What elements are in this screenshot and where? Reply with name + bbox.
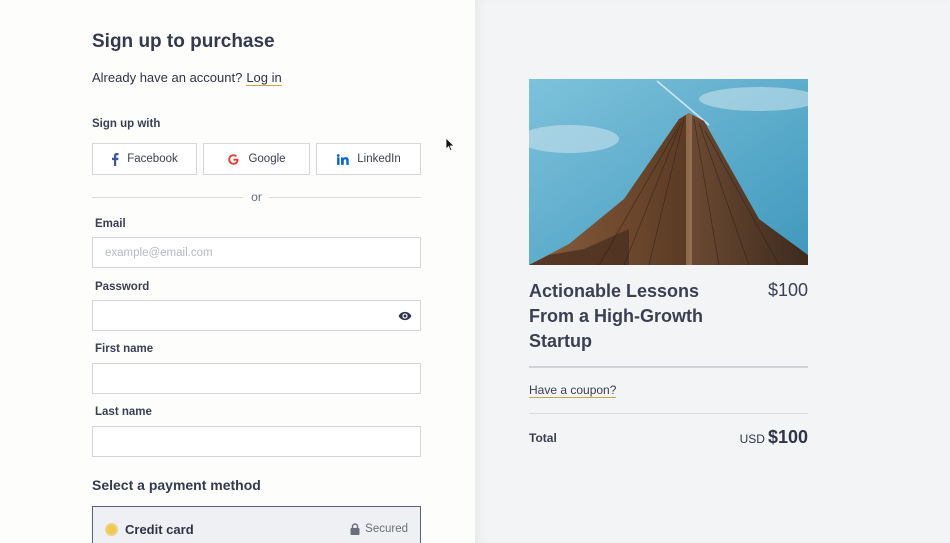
total-amount: $100 — [767, 427, 808, 447]
radio-selected-icon[interactable] — [105, 523, 118, 536]
last-name-label: Last name — [95, 406, 152, 418]
first-name-label: First name — [95, 343, 154, 355]
payment-heading: Select a payment method — [92, 477, 261, 493]
total-label: Total — [529, 431, 557, 445]
credit-card-label: Credit card — [125, 522, 194, 537]
divider-line — [269, 197, 421, 198]
signup-panel: Sign up to purchase Already have an acco… — [0, 0, 475, 543]
email-placeholder: example@email.com — [105, 246, 213, 259]
login-prompt: Already have an account? Log in — [92, 70, 282, 86]
lock-icon — [350, 523, 360, 535]
credit-card-option[interactable]: Credit card Secured — [92, 506, 421, 543]
divider — [529, 413, 808, 414]
facebook-button[interactable]: Facebook — [92, 143, 197, 175]
email-label: Email — [95, 218, 126, 230]
page-title: Sign up to purchase — [92, 31, 275, 52]
product-title: Actionable Lessons From a High-Growth St… — [529, 281, 703, 351]
total-value: USD $100 — [660, 427, 808, 448]
signup-with-label: Sign up with — [92, 118, 161, 130]
divider-line — [92, 197, 243, 198]
product-image — [529, 79, 808, 265]
password-field[interactable] — [92, 300, 421, 331]
password-label: Password — [95, 281, 150, 293]
secured-text: Secured — [365, 523, 408, 535]
google-label: Google — [248, 153, 286, 165]
mouse-pointer-icon — [445, 137, 455, 157]
coupon-link[interactable]: Have a coupon? — [529, 383, 617, 398]
login-prompt-text: Already have an account? — [92, 70, 243, 85]
eye-icon[interactable] — [398, 309, 412, 323]
email-field[interactable]: example@email.com — [92, 237, 421, 268]
product-price: $100 — [767, 280, 808, 300]
last-name-field[interactable] — [92, 426, 421, 457]
facebook-icon — [111, 152, 119, 166]
divider-text: or — [251, 190, 262, 204]
google-button[interactable]: Google — [203, 143, 310, 175]
google-icon — [227, 153, 240, 166]
divider — [529, 366, 808, 368]
or-divider: or — [92, 190, 421, 206]
secured-badge: Secured — [350, 523, 408, 535]
total-currency: USD — [739, 432, 765, 446]
linkedin-button[interactable]: LinkedIn — [316, 143, 421, 175]
facebook-label: Facebook — [127, 153, 178, 165]
linkedin-icon — [336, 153, 349, 166]
first-name-field[interactable] — [92, 363, 421, 394]
social-buttons: Facebook Google LinkedIn — [92, 143, 421, 175]
linkedin-label: LinkedIn — [357, 153, 401, 165]
login-link[interactable]: Log in — [246, 70, 282, 86]
